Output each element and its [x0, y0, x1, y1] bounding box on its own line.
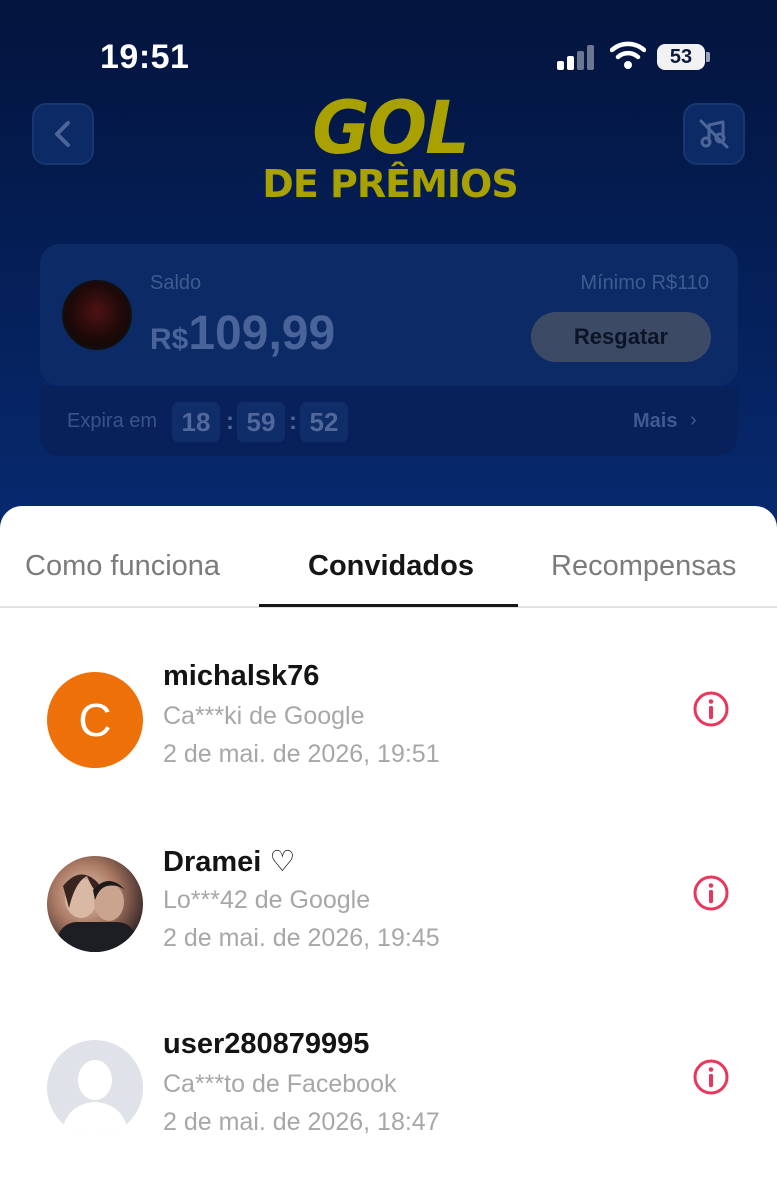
wifi-icon	[610, 41, 646, 69]
timer-seconds: 52	[300, 402, 348, 442]
timer-minutes: 59	[237, 402, 285, 442]
invitee-date: 2 de mai. de 2026, 19:51	[163, 740, 440, 768]
tab-bar: Como funciona Convidados Recompensas	[0, 506, 777, 608]
invitee-row: user280879995 Ca***to de Facebook 2 de m…	[0, 1028, 777, 1168]
status-time: 19:51	[100, 38, 190, 76]
balance-value: 109,99	[188, 307, 336, 360]
background-app-screen: 19:51 53 GOL DE PRÊMIOS Saldo R$109,99 M…	[0, 0, 777, 540]
invitee-source: Ca***to de Facebook	[163, 1070, 397, 1098]
timer-hours: 18	[172, 402, 220, 442]
tab-rewards[interactable]: Recompensas	[551, 550, 736, 583]
invitee-row: Dramei ♡ Lo***42 de Google 2 de mai. de …	[0, 844, 777, 984]
invitee-name: user280879995	[163, 1028, 370, 1060]
balance-label: Saldo	[150, 272, 202, 294]
info-icon[interactable]	[692, 1058, 730, 1096]
gol-de-premios-logo: GOL DE PRÊMIOS	[250, 84, 530, 212]
timer-separator: :	[289, 408, 297, 435]
invitee-name: michalsk76	[163, 660, 320, 692]
battery-icon: 53	[657, 44, 705, 70]
battery-tip	[706, 52, 710, 62]
invitee-name: Dramei ♡	[163, 846, 296, 878]
expires-label: Expira em	[67, 410, 158, 432]
logo-title: GOL	[312, 84, 470, 172]
active-tab-indicator	[259, 604, 518, 607]
default-user-icon	[61, 1060, 129, 1136]
redeem-button[interactable]: Resgatar	[531, 312, 711, 362]
cellular-signal-icon	[557, 44, 597, 70]
invitee-date: 2 de mai. de 2026, 18:47	[163, 1108, 440, 1136]
invitee-row: C michalsk76 Ca***ki de Google 2 de mai.…	[0, 660, 777, 800]
balance-amount: R$109,99	[150, 306, 335, 361]
more-link[interactable]: Mais	[633, 410, 677, 433]
avatar	[47, 856, 143, 952]
tab-how-it-works[interactable]: Como funciona	[25, 550, 220, 583]
user-avatar	[62, 280, 132, 350]
tab-invitees[interactable]: Convidados	[308, 550, 474, 583]
avatar-photo	[57, 874, 137, 952]
minimum-amount: Mínimo R$110	[580, 272, 709, 294]
invitee-source: Ca***ki de Google	[163, 702, 365, 730]
invitees-sheet: Como funciona Convidados Recompensas C m…	[0, 506, 777, 1200]
invitee-source: Lo***42 de Google	[163, 886, 371, 914]
invitee-date: 2 de mai. de 2026, 19:45	[163, 924, 440, 952]
avatar	[47, 1040, 143, 1136]
back-button[interactable]	[32, 103, 94, 165]
chevron-right-icon: ›	[690, 409, 697, 431]
music-toggle-button[interactable]	[683, 103, 745, 165]
chevron-left-icon	[55, 121, 70, 147]
info-icon[interactable]	[692, 874, 730, 912]
balance-currency: R$	[150, 323, 189, 356]
music-off-icon	[699, 119, 729, 149]
timer-separator: :	[226, 408, 234, 435]
info-icon[interactable]	[692, 690, 730, 728]
avatar: C	[47, 672, 143, 768]
